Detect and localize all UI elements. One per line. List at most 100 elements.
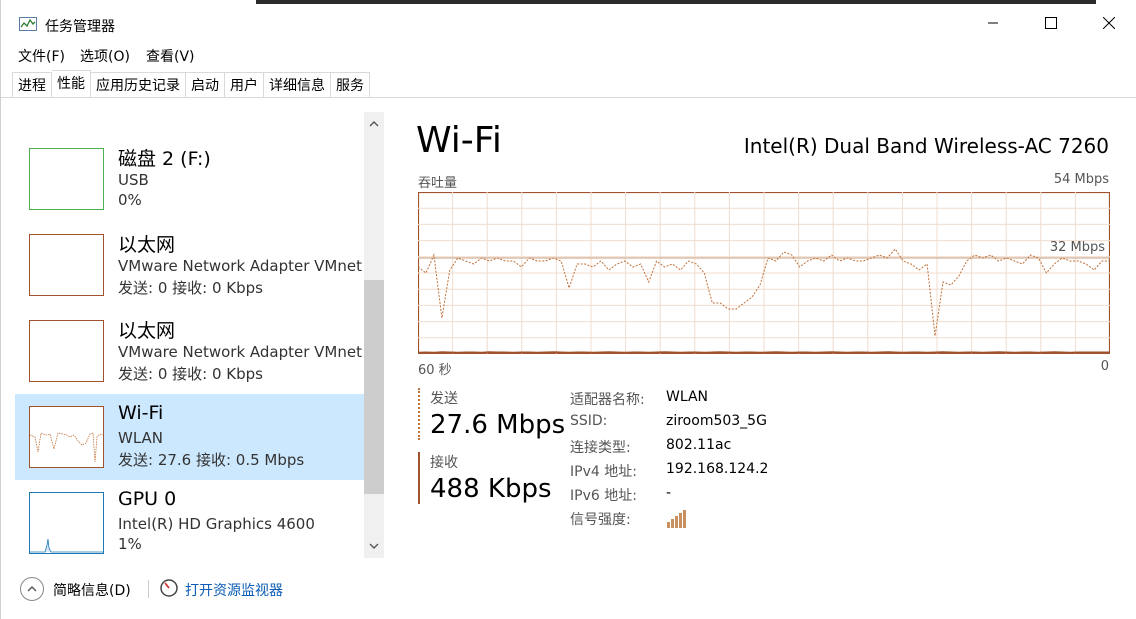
property-key: 信号强度: [570, 512, 631, 528]
gpu-thumbnail [29, 492, 104, 554]
sidebar-item-name: 磁盘 2 (F:) [118, 148, 211, 170]
signal-strength-icon [667, 510, 686, 528]
receive-series-line [418, 351, 1110, 354]
tab-bar: 进程 性能 应用历史记录 启动 用户 详细信息 服务 [12, 70, 370, 98]
chevron-down-icon [369, 543, 379, 549]
property-row: IPv4 地址: 192.168.124.2 [570, 461, 870, 485]
sidebar-item-value: 0% [118, 191, 142, 209]
send-value: 27.6 Mbps [430, 410, 566, 440]
maximize-icon [1045, 17, 1057, 29]
property-row: 适配器名称: WLAN [570, 389, 870, 413]
sidebar-item-ethernet-2[interactable]: 以太网 VMware Network Adapter VMnet 发送: 0 接… [15, 308, 364, 394]
fewer-details-label[interactable]: 简略信息(D) [53, 580, 131, 600]
receive-stat: 接收 488 Kbps [418, 452, 578, 504]
receive-label: 接收 [430, 455, 458, 471]
sidebar-item-disk-2[interactable]: 磁盘 2 (F:) USB 0% [15, 136, 364, 222]
window-title: 任务管理器 [45, 19, 115, 35]
tab-users[interactable]: 用户 [225, 72, 264, 98]
menu-file[interactable]: 文件(F) [18, 46, 65, 66]
scroll-thumb[interactable] [364, 280, 384, 494]
open-resource-monitor-link[interactable]: 打开资源监视器 [185, 580, 283, 600]
sidebar-item-gpu[interactable]: GPU 0 Intel(R) HD Graphics 4600 1% [15, 480, 364, 558]
send-label: 发送 [430, 391, 458, 407]
sidebar-scrollbar[interactable] [364, 112, 384, 558]
scroll-up-button[interactable] [364, 114, 384, 134]
sidebar-item-name: 以太网 [118, 320, 176, 342]
tab-details[interactable]: 详细信息 [264, 72, 331, 98]
maximize-button[interactable] [1022, 4, 1080, 42]
sidebar-item-name: Wi-Fi [118, 402, 164, 424]
adapter-name: Intel(R) Dual Band Wireless-AC 7260 [743, 134, 1109, 158]
menu-view[interactable]: 查看(V) [146, 46, 195, 66]
fewer-details-button[interactable] [20, 577, 44, 601]
performance-sidebar: 0% 磁盘 2 (F:) USB 0% 以太网 VMware Network A… [15, 110, 364, 558]
property-key: 连接类型: [570, 440, 631, 456]
property-key: 适配器名称: [570, 392, 645, 408]
tab-services[interactable]: 服务 [331, 72, 370, 98]
wifi-mini-graph [30, 432, 103, 463]
receive-value: 488 Kbps [430, 474, 552, 504]
footer: 简略信息(D) 打开资源监视器 [1, 568, 1136, 608]
close-icon [1103, 17, 1115, 29]
sidebar-item-value: 发送: 27.6 接收: 0.5 Mbps [118, 451, 305, 469]
sidebar-item-sub: USB [118, 171, 149, 189]
minimize-icon [988, 22, 998, 24]
property-key: IPv6 地址: [570, 488, 637, 504]
property-row: IPv6 地址: - [570, 485, 870, 509]
ethernet-thumbnail [29, 234, 104, 296]
ethernet-thumbnail [29, 320, 104, 382]
sidebar-item-wifi[interactable]: Wi-Fi WLAN 发送: 27.6 接收: 0.5 Mbps [15, 394, 364, 480]
send-stat: 发送 27.6 Mbps [418, 388, 578, 440]
tab-processes[interactable]: 进程 [12, 72, 52, 98]
property-value: WLAN [666, 389, 709, 405]
tab-startup[interactable]: 启动 [186, 72, 225, 98]
sidebar-item-sub: VMware Network Adapter VMnet [118, 257, 362, 275]
sidebar-item-value: 1% [118, 535, 142, 553]
max-label: 54 Mbps [1053, 172, 1109, 187]
task-manager-window: 任务管理器 文件(F) 选项(O) 查看(V) 进程 性能 应用历史记录 启动 … [0, 0, 1136, 619]
throughput-label: 吞吐量 [418, 176, 458, 191]
task-manager-icon [19, 17, 37, 31]
property-row: SSID: ziroom503_5G [570, 413, 870, 437]
tab-app-history[interactable]: 应用历史记录 [91, 72, 186, 98]
sidebar-item-sub: WLAN [118, 429, 164, 447]
chevron-up-icon [27, 586, 37, 592]
mid-scale-label: 32 Mbps [1050, 240, 1105, 255]
signal-strength [666, 509, 688, 533]
sidebar-item-name: GPU 0 [118, 488, 177, 510]
chevron-up-icon [369, 121, 379, 127]
property-row: 连接类型: 802.11ac [570, 437, 870, 461]
sidebar-item-value: 发送: 0 接收: 0 Kbps [118, 365, 263, 383]
menu-options[interactable]: 选项(O) [80, 46, 130, 66]
throughput-chart: 32 Mbps [418, 192, 1110, 354]
sidebar-item-ethernet-1[interactable]: 以太网 VMware Network Adapter VMnet 发送: 0 接… [15, 222, 364, 308]
sidebar-item-partial[interactable]: 0% [15, 110, 364, 126]
sidebar-item-value: 发送: 0 接收: 0 Kbps [118, 279, 263, 297]
title-bar: 任务管理器 [1, 4, 1136, 42]
property-value: - [666, 485, 672, 501]
sidebar-item-sub: Intel(R) HD Graphics 4600 [118, 515, 315, 533]
sidebar-item-name: 以太网 [118, 234, 176, 256]
resource-monitor-icon [160, 579, 178, 597]
property-value: 802.11ac [666, 437, 732, 453]
wifi-thumbnail [29, 406, 104, 468]
disk-thumbnail [29, 148, 104, 210]
zero-label: 0 [1100, 359, 1109, 374]
time-axis-label: 60 秒 [418, 363, 452, 378]
adapter-properties: 适配器名称: WLAN SSID: ziroom503_5G 连接类型: 802… [570, 389, 870, 533]
close-button[interactable] [1080, 4, 1136, 42]
gpu-mini-graph [30, 538, 103, 553]
tab-performance[interactable]: 性能 [52, 70, 91, 98]
tab-divider [1, 97, 1136, 98]
property-key: IPv4 地址: [570, 464, 637, 480]
property-value: 192.168.124.2 [666, 461, 769, 477]
minimize-button[interactable] [964, 4, 1022, 42]
scroll-down-button[interactable] [364, 536, 384, 556]
footer-divider [148, 580, 149, 598]
menu-bar: 文件(F) 选项(O) 查看(V) [1, 42, 1136, 66]
property-value: ziroom503_5G [666, 413, 767, 429]
property-row: 信号强度: [570, 509, 870, 533]
property-key: SSID: [570, 413, 608, 429]
page-title: Wi-Fi [416, 120, 502, 161]
sidebar-item-sub: VMware Network Adapter VMnet [118, 343, 362, 361]
